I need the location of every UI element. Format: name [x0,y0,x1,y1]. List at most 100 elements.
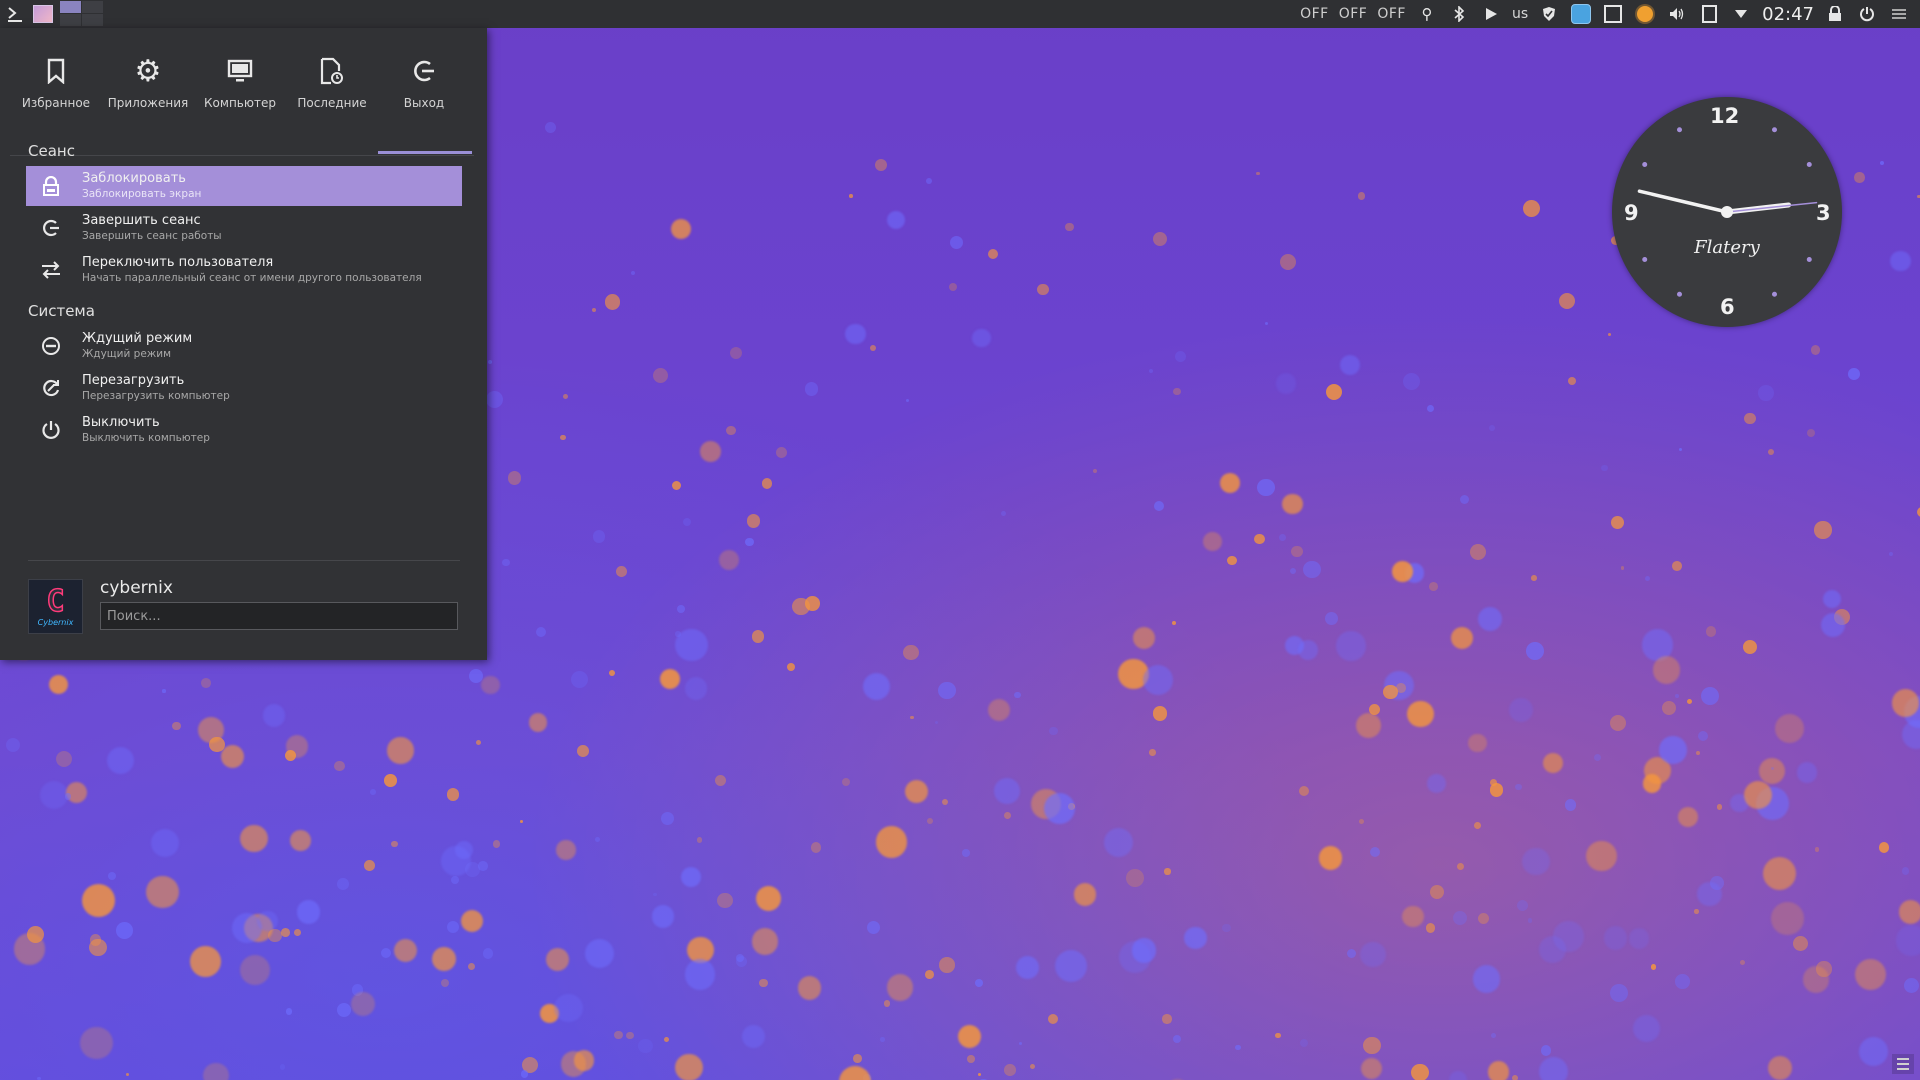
gear-icon: ⚙ [134,53,162,89]
bokeh-dot [674,1053,703,1080]
volume-icon[interactable] [1666,3,1688,25]
desktop-2[interactable] [82,1,103,13]
bokeh-dot [336,877,349,890]
desktop-3[interactable] [60,14,81,26]
bokeh-dot [1054,949,1087,982]
analog-clock-widget[interactable]: 12 3 6 9 Flatery [1612,97,1842,327]
bokeh-dot [502,558,510,567]
menu-item-suspend[interactable]: Ждущий режим Ждущий режим [26,326,462,366]
bokeh-dot [1274,1032,1281,1039]
tab-favorites[interactable]: Избранное [10,48,102,148]
bokeh-dot [1227,555,1237,566]
bokeh-dot [746,514,761,529]
bokeh-dot [755,885,781,911]
bokeh-dot [1457,863,1465,871]
menu-item-restart[interactable]: Перезагрузить Перезагрузить компьютер [26,368,462,408]
clipboard-icon[interactable] [1698,3,1720,25]
bokeh-dot [468,963,476,970]
menu-item-switch-user[interactable]: Переключить пользователя Начать параллел… [26,250,462,290]
bokeh-dot [1522,847,1550,876]
bokeh-dot [1004,1063,1016,1076]
menu-item-lock[interactable]: Заблокировать Заблокировать экран [26,166,462,206]
tab-applications[interactable]: ⚙ Приложения [102,48,194,148]
bokeh-dot [190,946,221,978]
power-icon[interactable] [1856,3,1878,25]
bokeh-dot [626,1031,634,1039]
bokeh-dot [64,793,72,801]
bokeh-dot [1357,192,1366,200]
bokeh-dot [1031,789,1062,820]
bokeh-dot [573,1050,595,1072]
network-globe-icon[interactable] [1570,3,1592,25]
window-icon[interactable] [1602,3,1624,25]
bokeh-dot [675,628,708,661]
desktop-4[interactable] [82,14,103,26]
bokeh-dot [1428,582,1438,591]
bokeh-dot [884,1000,891,1007]
bokeh-dot [380,948,391,959]
status-off-3[interactable]: OFF [1377,6,1406,22]
bokeh-dot [1299,1038,1309,1048]
bokeh-dot [106,747,134,775]
bokeh-dot [1696,881,1722,907]
bokeh-dot [1490,1032,1497,1039]
panel-menu-icon[interactable] [1888,3,1910,25]
application-launcher-icon[interactable] [4,3,26,25]
bokeh-dot [1019,1042,1023,1046]
bokeh-dot [594,837,600,843]
weather-sun-icon[interactable] [1634,3,1656,25]
bokeh-dot [957,1025,982,1049]
bokeh-dot [1254,533,1265,545]
media-play-icon[interactable] [1480,3,1502,25]
tab-recent[interactable]: Последние [286,48,378,148]
window-task-icon[interactable] [32,3,54,25]
digital-clock[interactable]: 02:47 [1762,4,1814,25]
avatar[interactable]: C Cybernix [28,579,83,634]
item-subtitle: Выключить компьютер [82,432,210,444]
bokeh-dot [1162,1014,1172,1024]
bokeh-dot [1473,821,1481,829]
status-off-1[interactable]: OFF [1300,6,1329,22]
bluetooth-icon[interactable] [1448,3,1470,25]
desktop-toolbox-button[interactable] [1892,1054,1914,1074]
bokeh-dot [631,271,636,276]
bokeh-dot [1528,918,1533,923]
bokeh-dot [1489,425,1496,432]
bokeh-dot [162,689,166,693]
menu-item-shutdown[interactable]: Выключить Выключить компьютер [26,410,462,450]
keyboard-layout[interactable]: us [1512,6,1528,22]
bokeh-dot [962,849,970,857]
bokeh-dot [652,905,675,928]
bokeh-dot [1742,640,1758,655]
status-off-2[interactable]: OFF [1339,6,1368,22]
bokeh-dot [1531,575,1537,581]
bokeh-dot [1803,966,1830,993]
bokeh-dot [1171,620,1177,626]
bokeh-dot [886,211,906,230]
usb-icon[interactable]: ⚲ [1416,3,1438,25]
desktop-1[interactable] [60,1,81,13]
bokeh-dot [841,777,850,786]
bokeh-dot [198,717,224,743]
bokeh-dot [1289,568,1297,575]
bokeh-dot [351,984,364,997]
bokeh-dot [719,549,739,570]
bokeh-dot [1890,251,1911,272]
bokeh-dot [1509,697,1534,722]
lock-screen-icon[interactable] [1824,3,1846,25]
bokeh-dot [1133,627,1156,649]
search-input[interactable] [100,602,458,630]
bokeh-dot [886,974,914,1001]
tab-leave[interactable]: Выход [378,48,472,154]
menu-item-logout[interactable]: Завершить сеанс Завершить сеанс работы [26,208,462,248]
tab-computer[interactable]: Компьютер [194,48,286,148]
virtual-desktop-pager[interactable] [60,1,104,27]
bokeh-dot [849,193,853,198]
bokeh-dot [1687,698,1693,704]
bokeh-dot [1661,700,1677,716]
shield-icon[interactable] [1538,3,1560,25]
bokeh-dot [1620,566,1625,570]
bokeh-dot [1898,899,1920,924]
bokeh-dot [967,1054,975,1063]
chevron-down-icon[interactable] [1730,3,1752,25]
